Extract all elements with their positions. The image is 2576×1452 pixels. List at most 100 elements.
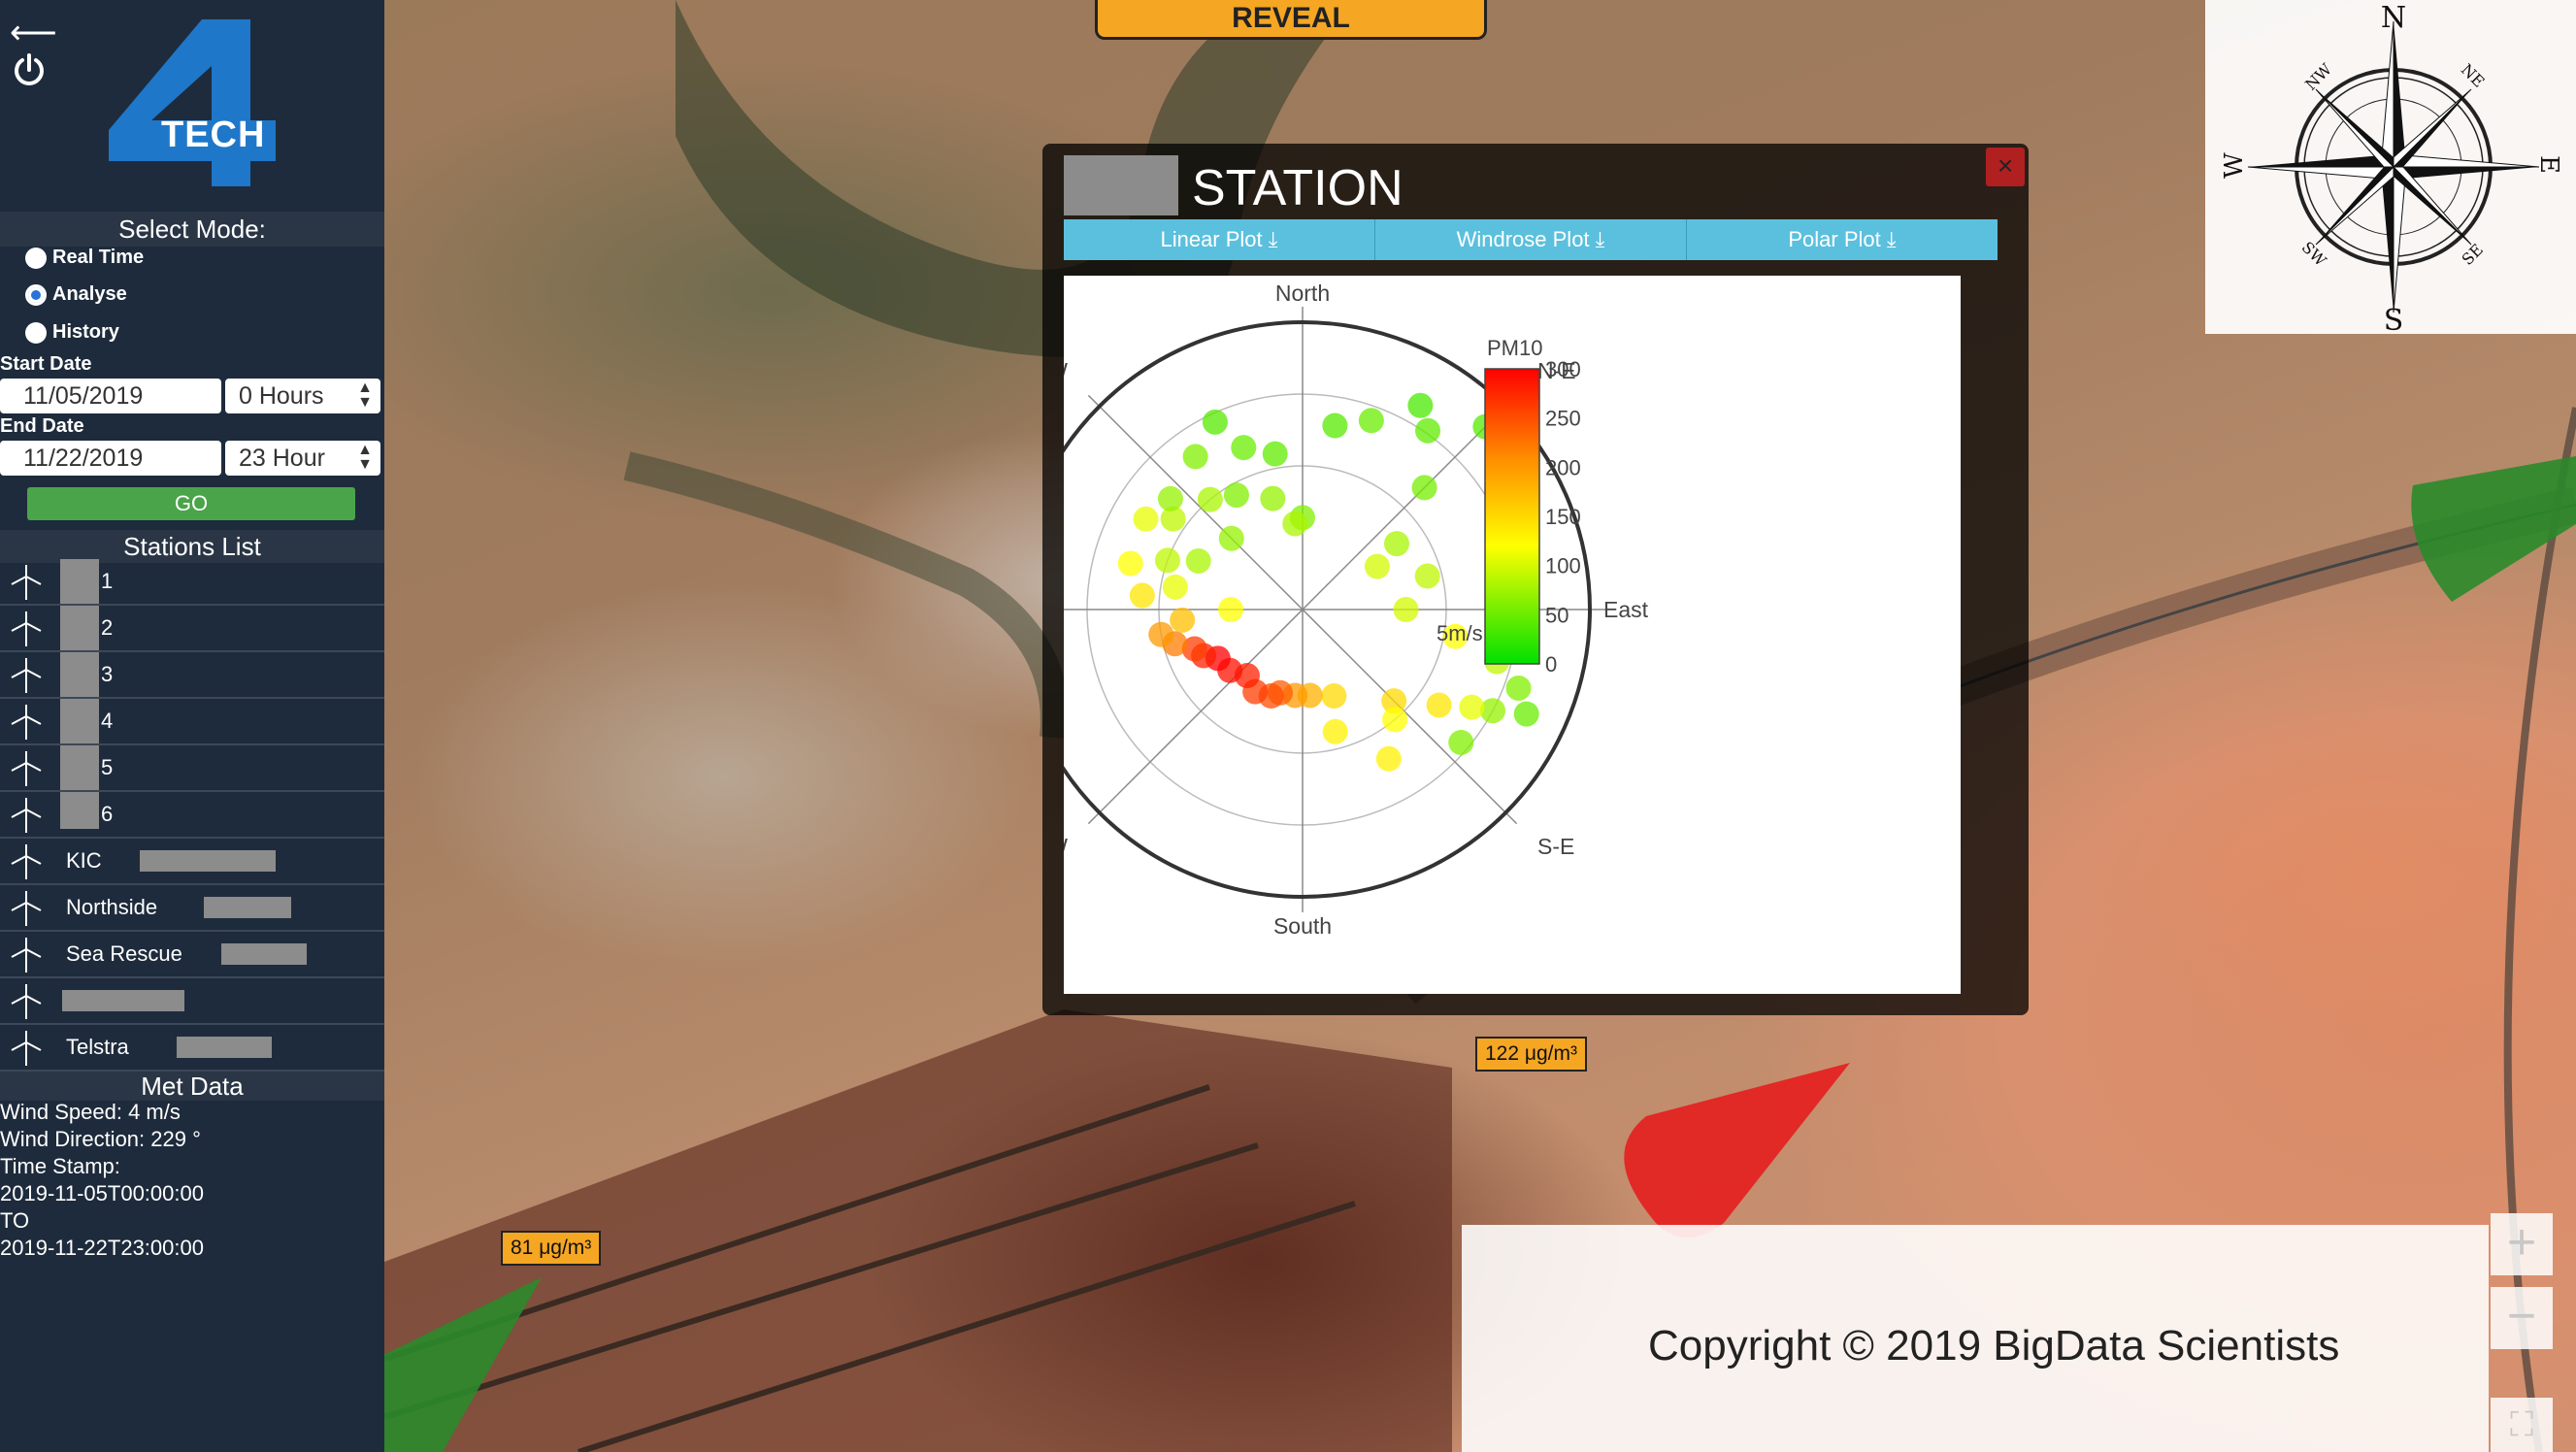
scatter-point xyxy=(1407,392,1434,418)
scatter-point xyxy=(1117,550,1143,577)
wind-turbine-icon xyxy=(11,751,42,786)
angular-label: S-W xyxy=(1064,834,1068,859)
radio-icon[interactable] xyxy=(25,247,47,269)
scatter-point xyxy=(1383,531,1409,557)
station-item[interactable]: 1 xyxy=(0,559,384,606)
station-item[interactable]: Northside xyxy=(0,885,384,932)
scatter-point xyxy=(1411,475,1437,501)
polar-scatter-chart: NorthN-EEastS-ESouthS-WWestN-W 5m/s PM10… xyxy=(951,280,1649,939)
scatter-point xyxy=(1185,547,1211,574)
pm10-callout-red[interactable]: 122 μg/m³ xyxy=(1475,1037,1587,1072)
zoom-in-button[interactable]: + xyxy=(2491,1213,2553,1275)
mode-label: Analyse xyxy=(52,283,127,305)
scatter-point xyxy=(1260,485,1286,512)
download-icon[interactable]: ⤓ xyxy=(1596,227,1605,251)
scatter-point xyxy=(1322,412,1348,439)
stepper-arrows-icon[interactable]: ▲ ▼ xyxy=(357,443,373,473)
station-name: 5 xyxy=(101,755,114,779)
timestamp-to: 2019-11-22T23:00:00 xyxy=(0,1236,204,1260)
mode-history[interactable]: History xyxy=(25,321,119,344)
radio-selected-icon[interactable] xyxy=(25,283,47,306)
tab-windrose-plot[interactable]: Windrose Plot ⤓ xyxy=(1375,219,1687,260)
scatter-point xyxy=(1129,582,1155,609)
close-button[interactable]: × xyxy=(1986,148,2025,186)
zoom-out-button[interactable]: − xyxy=(2491,1287,2553,1349)
power-icon[interactable] xyxy=(12,52,47,87)
end-date-input[interactable]: 11/22/2019 xyxy=(0,441,221,476)
scatter-point xyxy=(1197,486,1223,512)
station-name: KIC xyxy=(66,848,102,873)
station-item[interactable]: 4 xyxy=(0,699,384,745)
fullscreen-button[interactable]: ⛶ xyxy=(2491,1398,2553,1452)
sidebar: ⟵ TECH Select Mode: Real Time Analyse Hi… xyxy=(0,0,384,1452)
tab-linear-plot[interactable]: Linear Plot ⤓ xyxy=(1064,219,1375,260)
scatter-point xyxy=(1382,707,1408,733)
mode-label: History xyxy=(52,321,119,343)
pm10-callout-green[interactable]: 81 μg/m³ xyxy=(501,1231,602,1266)
reveal-button[interactable]: REVEAL xyxy=(1095,0,1487,40)
station-item[interactable] xyxy=(0,978,384,1025)
scatter-point xyxy=(1148,621,1174,647)
angular-label: North xyxy=(1275,280,1330,306)
colorbar-title: PM10 xyxy=(1487,336,1542,360)
station-item[interactable]: 2 xyxy=(0,606,384,652)
station-item[interactable]: 3 xyxy=(0,652,384,699)
mode-real-time[interactable]: Real Time xyxy=(25,247,144,269)
met-data-title: Met Data xyxy=(0,1072,384,1101)
polar-plot-area: NorthN-EEastS-ESouthS-WWestN-W 5m/s PM10… xyxy=(951,276,1961,994)
station-name: 1 xyxy=(101,569,114,593)
scatter-point xyxy=(1322,718,1348,744)
wind-direction: Wind Direction: 229 ° xyxy=(0,1127,201,1151)
station-name: 4 xyxy=(101,709,114,733)
start-hour-select[interactable]: 0 Hours ▲ ▼ xyxy=(225,379,380,413)
plot-tabs: Linear Plot ⤓ Windrose Plot ⤓ Polar Plot… xyxy=(1064,219,1998,260)
station-item[interactable]: Sea Rescue xyxy=(0,932,384,978)
angular-label: S-E xyxy=(1537,834,1574,859)
station-value-mask xyxy=(221,943,307,965)
start-date-input[interactable]: 11/05/2019 xyxy=(0,379,221,413)
mode-analyse[interactable]: Analyse xyxy=(25,283,127,306)
timestamp-label: Time Stamp: xyxy=(0,1154,120,1178)
copyright-text: Copyright © 2019 BigData Scientists xyxy=(1648,1322,2340,1370)
radial-tick-label: 5m/s xyxy=(1437,621,1483,645)
station-item[interactable]: KIC xyxy=(0,839,384,885)
compass-n: N xyxy=(2381,1,2406,35)
compass-se: SE xyxy=(2459,241,2487,269)
station-item[interactable]: 5 xyxy=(0,745,384,792)
scatter-point xyxy=(1321,683,1347,710)
station-name: 6 xyxy=(101,802,114,826)
fullscreen-icon[interactable]: ⛶ xyxy=(2510,1406,2533,1443)
wind-turbine-icon xyxy=(11,938,42,973)
timestamp-to-label: TO xyxy=(0,1208,30,1233)
compass-rose-icon: N S E W NW NE SW SE xyxy=(2220,1,2563,338)
back-arrow-icon[interactable]: ⟵ xyxy=(10,14,57,52)
download-icon[interactable]: ⤓ xyxy=(1269,227,1278,251)
scatter-point xyxy=(1282,511,1308,537)
station-item[interactable]: 6 xyxy=(0,792,384,839)
compass-ne: NE xyxy=(2458,60,2489,91)
tab-polar-plot[interactable]: Polar Plot ⤓ xyxy=(1687,219,1998,260)
scatter-point xyxy=(1375,745,1402,772)
wind-turbine-icon xyxy=(11,658,42,693)
colorbar-tick: 250 xyxy=(1545,407,1581,431)
stepper-arrows-icon[interactable]: ▲ ▼ xyxy=(357,380,373,411)
wind-cone-green-right xyxy=(2411,456,2576,602)
scatter-point xyxy=(1505,675,1532,701)
wind-turbine-icon xyxy=(11,891,42,926)
station-popup: STATION × Linear Plot ⤓ Windrose Plot ⤓ … xyxy=(951,144,2029,1015)
station-id-mask xyxy=(1064,155,1178,215)
station-item[interactable]: Telstra xyxy=(0,1025,384,1072)
station-name-mask xyxy=(62,990,184,1011)
compass-sw: SW xyxy=(2298,238,2330,270)
end-hour-value: 23 Hour xyxy=(239,445,325,472)
scatter-point xyxy=(1223,482,1249,509)
download-icon[interactable]: ⤓ xyxy=(1887,227,1897,251)
scatter-point xyxy=(1415,417,1441,444)
scatter-point xyxy=(1358,408,1384,434)
go-button[interactable]: GO xyxy=(27,487,355,520)
logo: TECH xyxy=(105,16,276,186)
end-date-label: End Date xyxy=(0,415,84,437)
radio-icon[interactable] xyxy=(25,321,47,344)
scatter-point xyxy=(1262,441,1288,467)
end-hour-select[interactable]: 23 Hour ▲ ▼ xyxy=(225,441,380,476)
